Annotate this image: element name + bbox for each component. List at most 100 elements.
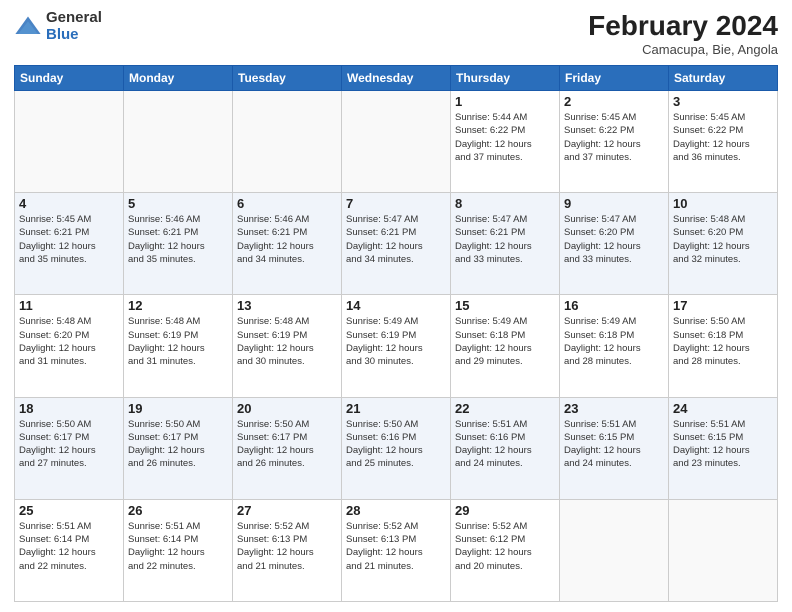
day-info: Sunrise: 5:50 AMSunset: 6:17 PMDaylight:… bbox=[128, 418, 228, 471]
calendar-cell: 11Sunrise: 5:48 AMSunset: 6:20 PMDayligh… bbox=[15, 295, 124, 397]
calendar-week-row: 18 Sunrise: 5:50 AMSunset: 6:17 PMDayligh… bbox=[15, 397, 778, 499]
day-number: 23 bbox=[564, 401, 664, 416]
calendar-cell: 20 Sunrise: 5:50 AMSunset: 6:17 PMDayligh… bbox=[233, 397, 342, 499]
calendar-cell: 23 Sunrise: 5:51 AMSunset: 6:15 PMDayligh… bbox=[560, 397, 669, 499]
calendar-table: SundayMondayTuesdayWednesdayThursdayFrid… bbox=[14, 65, 778, 602]
calendar-cell: 10 Sunrise: 5:48 AMSunset: 6:20 PMDayligh… bbox=[669, 193, 778, 295]
day-number: 13 bbox=[237, 298, 337, 313]
day-number: 18 bbox=[19, 401, 119, 416]
calendar-header-row: SundayMondayTuesdayWednesdayThursdayFrid… bbox=[15, 66, 778, 91]
calendar-cell: 15 Sunrise: 5:49 AMSunset: 6:18 PMDayligh… bbox=[451, 295, 560, 397]
calendar-cell: 19 Sunrise: 5:50 AMSunset: 6:17 PMDayligh… bbox=[124, 397, 233, 499]
calendar-cell: 13Sunrise: 5:48 AMSunset: 6:19 PMDayligh… bbox=[233, 295, 342, 397]
day-number: 4 bbox=[19, 196, 119, 211]
day-info: Sunrise: 5:45 AMSunset: 6:22 PMDaylight:… bbox=[673, 111, 773, 164]
day-number: 5 bbox=[128, 196, 228, 211]
calendar-cell: 12Sunrise: 5:48 AMSunset: 6:19 PMDayligh… bbox=[124, 295, 233, 397]
day-number: 22 bbox=[455, 401, 555, 416]
location: Camacupa, Bie, Angola bbox=[588, 42, 778, 57]
day-info: Sunrise: 5:45 AMSunset: 6:22 PMDaylight:… bbox=[564, 111, 664, 164]
calendar-cell: 6Sunrise: 5:46 AMSunset: 6:21 PMDaylight… bbox=[233, 193, 342, 295]
logo: General Blue bbox=[14, 10, 102, 43]
calendar-cell: 26 Sunrise: 5:51 AMSunset: 6:14 PMDayligh… bbox=[124, 499, 233, 601]
day-info: Sunrise: 5:51 AMSunset: 6:16 PMDaylight:… bbox=[455, 418, 555, 471]
day-number: 14 bbox=[346, 298, 446, 313]
calendar-cell: 3 Sunrise: 5:45 AMSunset: 6:22 PMDaylight… bbox=[669, 91, 778, 193]
day-info: Sunrise: 5:47 AMSunset: 6:21 PMDaylight:… bbox=[455, 213, 555, 266]
calendar-cell: 2 Sunrise: 5:45 AMSunset: 6:22 PMDaylight… bbox=[560, 91, 669, 193]
day-info: Sunrise: 5:48 AMSunset: 6:20 PMDaylight:… bbox=[673, 213, 773, 266]
calendar-cell bbox=[233, 91, 342, 193]
day-info: Sunrise: 5:45 AMSunset: 6:21 PMDaylight:… bbox=[19, 213, 119, 266]
calendar-cell: 28Sunrise: 5:52 AMSunset: 6:13 PMDayligh… bbox=[342, 499, 451, 601]
day-info: Sunrise: 5:52 AMSunset: 6:13 PMDaylight:… bbox=[237, 520, 337, 573]
day-info: Sunrise: 5:50 AMSunset: 6:17 PMDaylight:… bbox=[237, 418, 337, 471]
day-info: Sunrise: 5:50 AMSunset: 6:17 PMDaylight:… bbox=[19, 418, 119, 471]
calendar-cell bbox=[124, 91, 233, 193]
calendar-cell: 21 Sunrise: 5:50 AMSunset: 6:16 PMDayligh… bbox=[342, 397, 451, 499]
day-info: Sunrise: 5:48 AMSunset: 6:20 PMDaylight:… bbox=[19, 315, 119, 368]
column-header-thursday: Thursday bbox=[451, 66, 560, 91]
calendar-body: 1Sunrise: 5:44 AMSunset: 6:22 PMDaylight… bbox=[15, 91, 778, 602]
day-number: 24 bbox=[673, 401, 773, 416]
day-info: Sunrise: 5:51 AMSunset: 6:15 PMDaylight:… bbox=[673, 418, 773, 471]
day-info: Sunrise: 5:47 AMSunset: 6:21 PMDaylight:… bbox=[346, 213, 446, 266]
day-info: Sunrise: 5:51 AMSunset: 6:14 PMDaylight:… bbox=[19, 520, 119, 573]
day-number: 27 bbox=[237, 503, 337, 518]
calendar-cell bbox=[669, 499, 778, 601]
day-number: 2 bbox=[564, 94, 664, 109]
calendar-cell bbox=[560, 499, 669, 601]
day-number: 20 bbox=[237, 401, 337, 416]
calendar-cell: 16Sunrise: 5:49 AMSunset: 6:18 PMDayligh… bbox=[560, 295, 669, 397]
day-number: 25 bbox=[19, 503, 119, 518]
calendar-cell: 7Sunrise: 5:47 AMSunset: 6:21 PMDaylight… bbox=[342, 193, 451, 295]
day-info: Sunrise: 5:49 AMSunset: 6:19 PMDaylight:… bbox=[346, 315, 446, 368]
day-info: Sunrise: 5:47 AMSunset: 6:20 PMDaylight:… bbox=[564, 213, 664, 266]
day-number: 10 bbox=[673, 196, 773, 211]
day-info: Sunrise: 5:52 AMSunset: 6:12 PMDaylight:… bbox=[455, 520, 555, 573]
logo-text: General Blue bbox=[46, 10, 102, 43]
day-number: 3 bbox=[673, 94, 773, 109]
calendar-cell: 25 Sunrise: 5:51 AMSunset: 6:14 PMDayligh… bbox=[15, 499, 124, 601]
day-number: 9 bbox=[564, 196, 664, 211]
day-info: Sunrise: 5:46 AMSunset: 6:21 PMDaylight:… bbox=[128, 213, 228, 266]
day-info: Sunrise: 5:51 AMSunset: 6:14 PMDaylight:… bbox=[128, 520, 228, 573]
calendar-cell: 1Sunrise: 5:44 AMSunset: 6:22 PMDaylight… bbox=[451, 91, 560, 193]
calendar-cell bbox=[342, 91, 451, 193]
day-number: 15 bbox=[455, 298, 555, 313]
day-number: 28 bbox=[346, 503, 446, 518]
day-number: 29 bbox=[455, 503, 555, 518]
calendar-cell: 27 Sunrise: 5:52 AMSunset: 6:13 PMDayligh… bbox=[233, 499, 342, 601]
day-info: Sunrise: 5:51 AMSunset: 6:15 PMDaylight:… bbox=[564, 418, 664, 471]
calendar-week-row: 4 Sunrise: 5:45 AMSunset: 6:21 PMDaylight… bbox=[15, 193, 778, 295]
day-number: 19 bbox=[128, 401, 228, 416]
day-number: 26 bbox=[128, 503, 228, 518]
day-info: Sunrise: 5:50 AMSunset: 6:18 PMDaylight:… bbox=[673, 315, 773, 368]
day-info: Sunrise: 5:49 AMSunset: 6:18 PMDaylight:… bbox=[455, 315, 555, 368]
day-number: 17 bbox=[673, 298, 773, 313]
day-info: Sunrise: 5:44 AMSunset: 6:22 PMDaylight:… bbox=[455, 111, 555, 164]
page-header: General Blue February 2024 Camacupa, Bie… bbox=[14, 10, 778, 57]
calendar-cell: 14 Sunrise: 5:49 AMSunset: 6:19 PMDayligh… bbox=[342, 295, 451, 397]
calendar-week-row: 1Sunrise: 5:44 AMSunset: 6:22 PMDaylight… bbox=[15, 91, 778, 193]
calendar-cell: 24 Sunrise: 5:51 AMSunset: 6:15 PMDayligh… bbox=[669, 397, 778, 499]
column-header-sunday: Sunday bbox=[15, 66, 124, 91]
day-number: 6 bbox=[237, 196, 337, 211]
day-info: Sunrise: 5:50 AMSunset: 6:16 PMDaylight:… bbox=[346, 418, 446, 471]
day-info: Sunrise: 5:48 AMSunset: 6:19 PMDaylight:… bbox=[128, 315, 228, 368]
column-header-monday: Monday bbox=[124, 66, 233, 91]
calendar-cell: 8 Sunrise: 5:47 AMSunset: 6:21 PMDaylight… bbox=[451, 193, 560, 295]
column-header-friday: Friday bbox=[560, 66, 669, 91]
calendar-cell: 18 Sunrise: 5:50 AMSunset: 6:17 PMDayligh… bbox=[15, 397, 124, 499]
calendar-cell: 9 Sunrise: 5:47 AMSunset: 6:20 PMDaylight… bbox=[560, 193, 669, 295]
day-number: 8 bbox=[455, 196, 555, 211]
column-header-wednesday: Wednesday bbox=[342, 66, 451, 91]
day-number: 21 bbox=[346, 401, 446, 416]
column-header-tuesday: Tuesday bbox=[233, 66, 342, 91]
calendar-cell: 17 Sunrise: 5:50 AMSunset: 6:18 PMDayligh… bbox=[669, 295, 778, 397]
title-block: February 2024 Camacupa, Bie, Angola bbox=[588, 10, 778, 57]
calendar-cell: 4 Sunrise: 5:45 AMSunset: 6:21 PMDaylight… bbox=[15, 193, 124, 295]
calendar-week-row: 25 Sunrise: 5:51 AMSunset: 6:14 PMDayligh… bbox=[15, 499, 778, 601]
day-info: Sunrise: 5:49 AMSunset: 6:18 PMDaylight:… bbox=[564, 315, 664, 368]
calendar-cell: 29 Sunrise: 5:52 AMSunset: 6:12 PMDayligh… bbox=[451, 499, 560, 601]
